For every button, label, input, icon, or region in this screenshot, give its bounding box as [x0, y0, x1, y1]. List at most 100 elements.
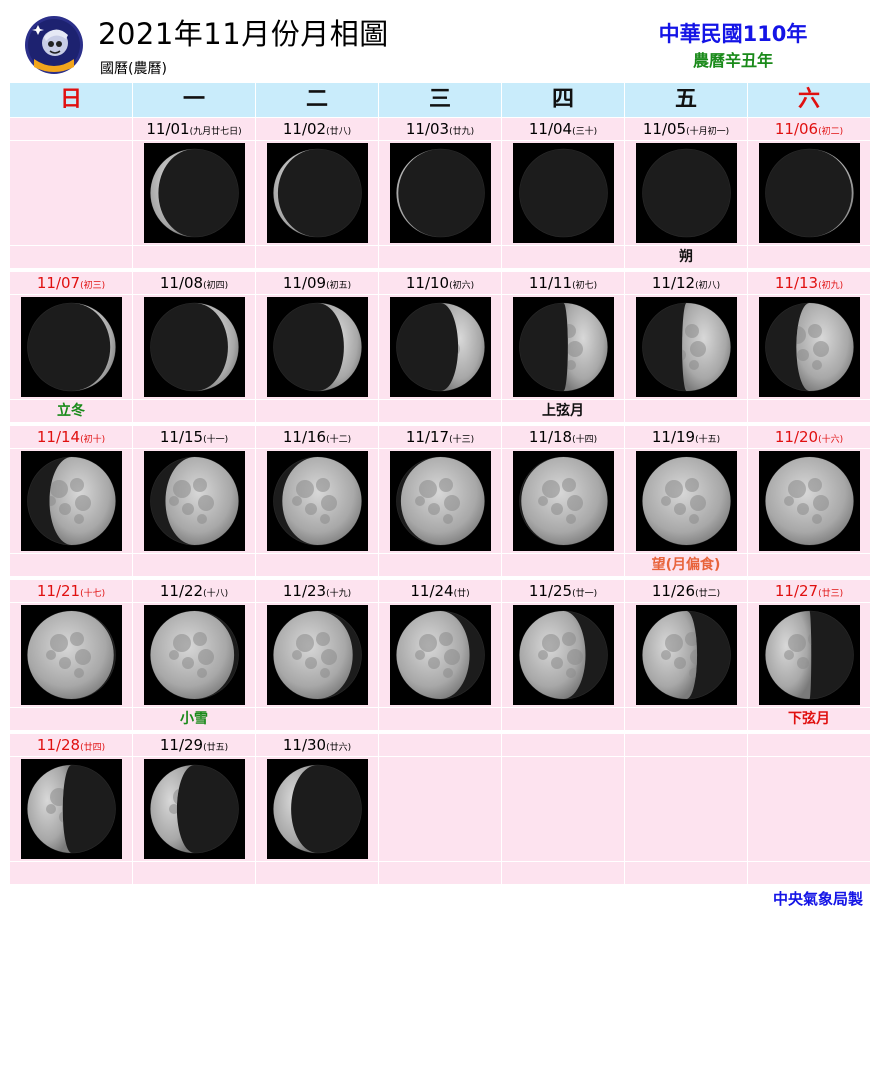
- moon-photo: [636, 451, 737, 551]
- moon-phase-image: [642, 456, 731, 546]
- solar-date: 11/29: [159, 736, 204, 754]
- day-cell: 11/02(廿八): [256, 118, 378, 268]
- date-label: 11/02(廿八): [256, 118, 378, 141]
- lunar-date: (九月廿七日): [189, 127, 242, 137]
- lunar-date: (初七): [572, 281, 598, 291]
- moon-photo: [513, 297, 614, 397]
- moon-photo: [513, 143, 614, 243]
- date-label: 11/30(廿六): [256, 734, 378, 757]
- calendar-week-row: 11/07(初三) 立冬 11/08(初四) 11/09(初五) 11/10(初六) 11…: [10, 272, 870, 422]
- weekday-header-row: 日一二三四五六: [10, 83, 870, 117]
- lunar-date: (初三): [80, 281, 106, 291]
- day-cell: 11/23(十九): [256, 580, 378, 730]
- date-label: 11/20(十六): [748, 426, 870, 449]
- lunar-year: 農曆辛丑年: [692, 51, 773, 70]
- lunar-date: (十六): [818, 435, 844, 445]
- phase-event-label: [256, 708, 378, 730]
- day-cell: 11/19(十五) 望(月偏食): [625, 426, 747, 576]
- weekday-label: 六: [748, 83, 870, 117]
- lunar-date: (廿八): [326, 127, 352, 137]
- moon-photo: [513, 451, 614, 551]
- day-cell: 11/13(初九): [748, 272, 870, 422]
- moon-phase-image: [150, 610, 239, 700]
- moon-photo: [759, 605, 860, 705]
- phase-event-label: [379, 246, 501, 268]
- date-label: 11/16(十二): [256, 426, 378, 449]
- moon-phase-image: [396, 610, 485, 700]
- lunar-date: (十一): [203, 435, 229, 445]
- date-label: 11/22(十八): [133, 580, 255, 603]
- moon-photo: [759, 143, 860, 243]
- lunar-date: (初五): [326, 281, 352, 291]
- lunar-date: (廿九): [449, 127, 475, 137]
- lunar-date: (十四): [572, 435, 598, 445]
- moon-photo: [21, 451, 122, 551]
- moon-phase-image: [27, 456, 116, 546]
- day-cell: 11/09(初五): [256, 272, 378, 422]
- day-cell: 11/18(十四): [502, 426, 624, 576]
- phase-event-label: [10, 862, 132, 884]
- date-label: 11/14(初十): [10, 426, 132, 449]
- date-label: 11/07(初三): [10, 272, 132, 295]
- day-cell: 11/07(初三) 立冬: [10, 272, 132, 422]
- phase-event-label: [133, 246, 255, 268]
- lunar-date: (十九): [326, 589, 352, 599]
- footer-credit: 中央氣象局製: [772, 890, 863, 908]
- phase-event-label: 下弦月: [788, 711, 830, 727]
- moon-phase-image: [396, 302, 485, 392]
- day-cell: 11/20(十六): [748, 426, 870, 576]
- moon-photo: [636, 297, 737, 397]
- solar-date: 11/06: [774, 120, 819, 138]
- solar-date: 11/07: [36, 274, 81, 292]
- day-cell: 11/12(初八): [625, 272, 747, 422]
- moon-phase-calendar: 日一二三四五六 11/01(九月廿七日) 11/02(廿八) 11/03(廿九) 11…: [10, 83, 870, 884]
- date-label: [748, 734, 870, 757]
- lunar-date: (廿一): [572, 589, 598, 599]
- solar-date: 11/13: [774, 274, 819, 292]
- moon-phase-image: [273, 610, 362, 700]
- date-label: 11/19(十五): [625, 426, 747, 449]
- roc-year: 中華民國110年: [658, 22, 808, 46]
- moon-photo: [636, 143, 737, 243]
- moon-photo: [759, 297, 860, 397]
- date-label: 11/25(廿一): [502, 580, 624, 603]
- moon-phase-image: [273, 764, 362, 854]
- solar-date: 11/11: [528, 274, 573, 292]
- moon-phase-image: [396, 456, 485, 546]
- solar-date: 11/25: [528, 582, 573, 600]
- moon-photo: [144, 451, 245, 551]
- date-label: 11/08(初四): [133, 272, 255, 295]
- date-label: 11/06(初二): [748, 118, 870, 141]
- lunar-date: (十七): [80, 589, 106, 599]
- lunar-date: (三十): [572, 127, 598, 137]
- page-title: 2021年11月份月相圖: [98, 17, 389, 51]
- phase-event-label: [748, 554, 870, 576]
- calendar-week-row: 11/01(九月廿七日) 11/02(廿八) 11/03(廿九) 11/04(三十) 1…: [10, 118, 870, 268]
- moon-photo: [21, 759, 122, 859]
- moon-photo: [267, 297, 368, 397]
- moon-photo: [144, 297, 245, 397]
- solar-date: 11/23: [282, 582, 327, 600]
- date-label: 11/23(十九): [256, 580, 378, 603]
- date-label: 11/26(廿二): [625, 580, 747, 603]
- solar-date: 11/24: [410, 582, 454, 600]
- moon-photo: [144, 143, 245, 243]
- day-cell: 11/15(十一): [133, 426, 255, 576]
- phase-event-label: [748, 400, 870, 422]
- empty-day-cell: [748, 734, 870, 884]
- lunar-date: (初四): [203, 281, 229, 291]
- moon-phase-image: [27, 610, 116, 700]
- phase-event-label: [502, 708, 624, 730]
- moon-phase-image: [765, 148, 854, 238]
- moon-photo: [390, 605, 491, 705]
- day-cell: 11/16(十二): [256, 426, 378, 576]
- solar-date: 11/22: [159, 582, 204, 600]
- date-label: 11/17(十三): [379, 426, 501, 449]
- solar-date: 11/19: [651, 428, 696, 446]
- moon-photo: [390, 451, 491, 551]
- day-cell: 11/25(廿一): [502, 580, 624, 730]
- phase-event-label: [133, 862, 255, 884]
- phase-event-label: [133, 554, 255, 576]
- moon-phase-image: [273, 456, 362, 546]
- moon-phase-image: [765, 456, 854, 546]
